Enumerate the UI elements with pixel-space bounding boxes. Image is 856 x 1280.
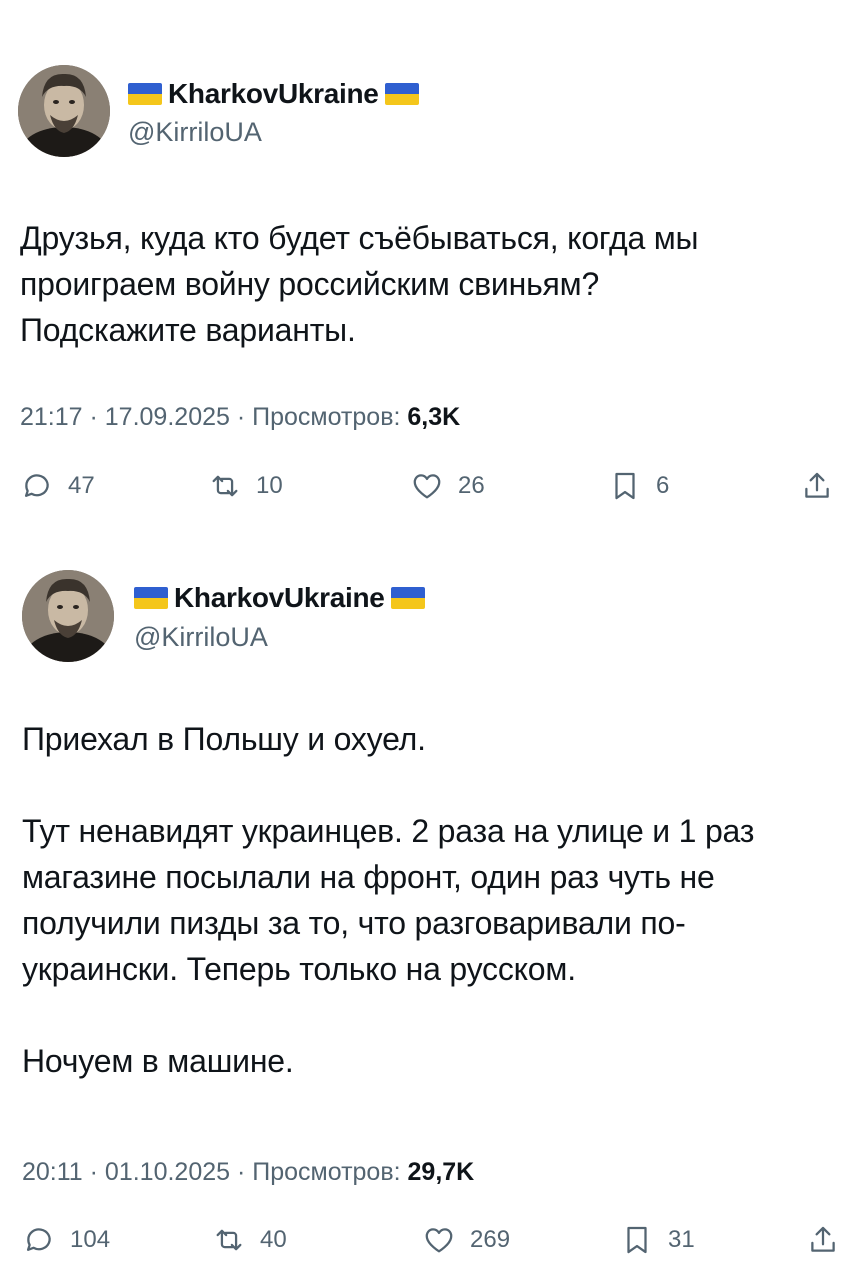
views-count[interactable]: 6,3K xyxy=(407,403,460,431)
action-bar: 104 40 269 31 xyxy=(0,1220,856,1260)
author-name-row[interactable]: KharkovUkraine xyxy=(128,78,419,110)
views-count[interactable]: 29,7K xyxy=(408,1158,475,1186)
avatar-portrait-icon xyxy=(22,570,114,662)
retweet-button[interactable]: 40 xyxy=(212,1220,287,1260)
retweet-count: 40 xyxy=(260,1226,287,1253)
reply-count: 104 xyxy=(70,1226,111,1253)
tweet-separator xyxy=(0,530,856,538)
retweet-arrows-icon xyxy=(216,1229,242,1251)
avatar[interactable] xyxy=(18,65,110,157)
share-upload-icon xyxy=(805,472,829,498)
bookmark-count: 6 xyxy=(656,472,670,499)
avatar[interactable] xyxy=(22,570,114,662)
tweet-card[interactable]: KharkovUkraine @KirriloUA Друзья, куда к… xyxy=(0,0,856,530)
like-count: 269 xyxy=(470,1226,511,1253)
tweet-text: Приехал в Польшу и охуел. Тут ненавидят … xyxy=(22,721,755,1079)
reply-button[interactable]: 47 xyxy=(20,466,95,506)
timestamp-and-views-label: 21:17 · 17.09.2025 · Просмотров: xyxy=(20,403,408,431)
retweet-arrows-icon xyxy=(212,475,238,497)
speech-bubble-icon xyxy=(24,474,49,497)
tweet-card[interactable]: KharkovUkraine @KirriloUA Приехал в Поль… xyxy=(0,538,856,1280)
like-count: 26 xyxy=(458,472,485,499)
user-handle[interactable]: @KirriloUA xyxy=(128,117,262,148)
bookmark-icon xyxy=(627,1226,647,1254)
share-button[interactable] xyxy=(806,1220,840,1260)
heart-icon xyxy=(425,1228,453,1253)
ukraine-flag-icon xyxy=(384,83,419,105)
bookmark-icon xyxy=(615,472,635,500)
tweet-meta: 21:17 · 17.09.2025 · Просмотров: 6,3K xyxy=(20,403,460,432)
ukraine-flag-icon xyxy=(134,587,168,609)
bookmark-count: 31 xyxy=(668,1226,695,1253)
like-button[interactable]: 26 xyxy=(410,466,485,506)
display-name[interactable]: KharkovUkraine xyxy=(168,78,379,110)
ukraine-flag-icon xyxy=(390,587,425,609)
display-name[interactable]: KharkovUkraine xyxy=(174,582,385,614)
heart-icon xyxy=(413,474,441,499)
bookmark-button[interactable]: 6 xyxy=(608,466,669,506)
author-name-row[interactable]: KharkovUkraine xyxy=(134,582,425,614)
ukraine-flag-icon xyxy=(128,83,162,105)
bookmark-button[interactable]: 31 xyxy=(620,1220,695,1260)
action-bar: 47 10 26 6 xyxy=(0,466,856,506)
tweet-text: Друзья, куда кто будет съёбываться, когд… xyxy=(20,220,699,348)
timestamp-and-views-label: 20:11 · 01.10.2025 · Просмотров: xyxy=(22,1158,408,1186)
user-handle[interactable]: @KirriloUA xyxy=(134,622,268,653)
share-upload-icon xyxy=(811,1226,835,1252)
reply-button[interactable]: 104 xyxy=(22,1220,110,1260)
speech-bubble-icon xyxy=(26,1228,51,1251)
retweet-count: 10 xyxy=(256,472,283,499)
like-button[interactable]: 269 xyxy=(422,1220,510,1260)
avatar-portrait-icon xyxy=(18,65,110,157)
tweet-meta: 20:11 · 01.10.2025 · Просмотров: 29,7K xyxy=(22,1158,474,1187)
reply-count: 47 xyxy=(68,472,95,499)
retweet-button[interactable]: 10 xyxy=(208,466,283,506)
share-button[interactable] xyxy=(800,466,834,506)
